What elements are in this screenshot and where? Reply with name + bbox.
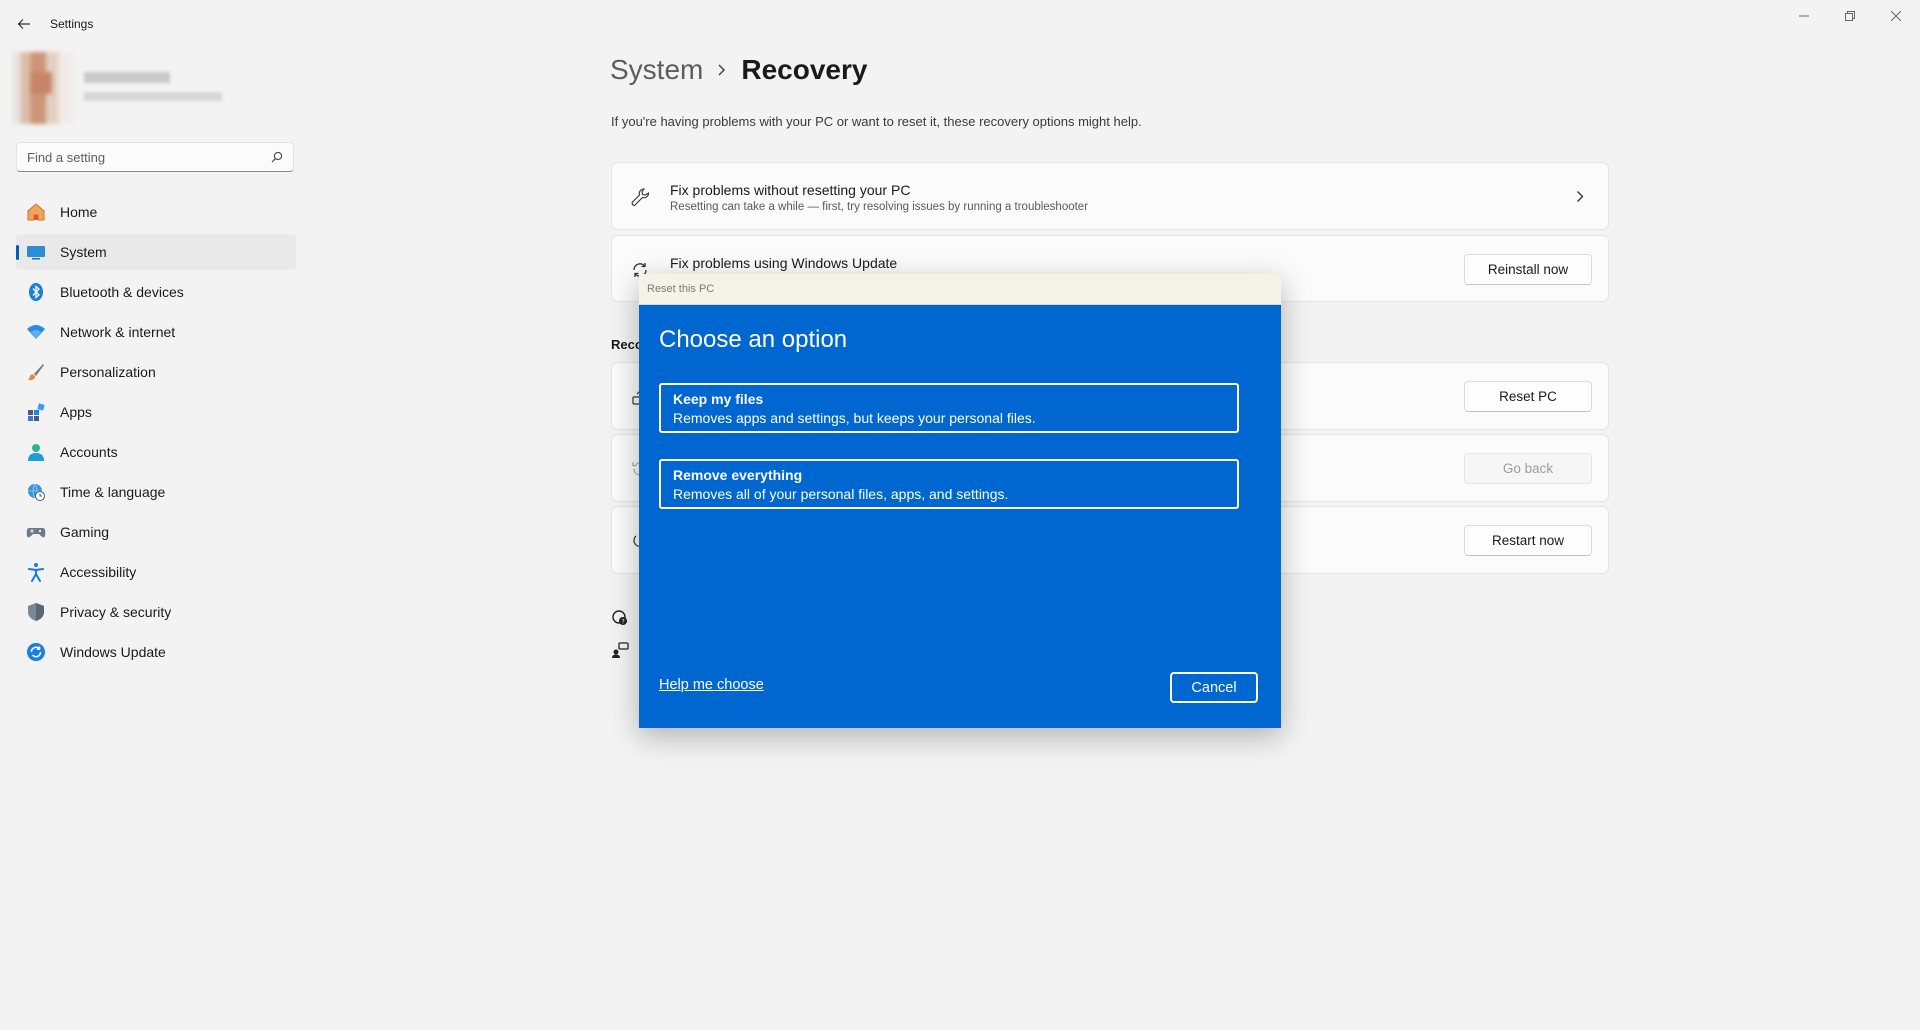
minimize-button[interactable]	[1792, 8, 1816, 24]
cancel-button[interactable]: Cancel	[1170, 672, 1258, 703]
search-box[interactable]	[16, 142, 294, 172]
shield-icon	[26, 602, 46, 622]
reinstall-now-button[interactable]: Reinstall now	[1464, 254, 1592, 285]
sidebar-item-personalization[interactable]: Personalization	[16, 354, 296, 390]
person-icon	[26, 442, 46, 462]
user-email-blurred	[84, 92, 222, 101]
restore-button[interactable]	[1838, 8, 1862, 24]
app-title: Settings	[50, 17, 94, 31]
dialog-heading: Choose an option	[659, 326, 848, 353]
restart-now-button[interactable]: Restart now	[1464, 525, 1592, 556]
feedback-icon[interactable]	[610, 640, 630, 660]
option-title: Remove everything	[673, 467, 803, 483]
sidebar-item-label: Apps	[60, 404, 92, 420]
card-description: Resetting can take a while — first, try …	[670, 201, 1089, 213]
sidebar-item-label: System	[60, 244, 107, 260]
sidebar-item-gaming[interactable]: Gaming	[16, 514, 296, 550]
sidebar-item-label: Privacy & security	[60, 604, 172, 620]
sidebar-item-windows-update[interactable]: Windows Update	[16, 634, 296, 670]
avatar[interactable]	[12, 52, 74, 124]
svg-text:?: ?	[622, 619, 625, 626]
sidebar-nav: Home System Bluetooth & devices Network …	[16, 194, 296, 674]
close-icon	[1891, 11, 1901, 21]
accessibility-icon	[26, 562, 46, 582]
gamepad-icon	[26, 522, 46, 542]
go-back-button[interactable]: Go back	[1464, 453, 1592, 484]
page-title: Recovery	[741, 54, 868, 85]
sidebar-item-label: Network & internet	[60, 324, 176, 340]
reset-pc-button[interactable]: Reset PC	[1464, 381, 1592, 412]
sidebar-item-label: Bluetooth & devices	[60, 284, 184, 300]
restore-icon	[1845, 11, 1855, 21]
sidebar-item-label: Home	[60, 204, 98, 220]
breadcrumb: System Recovery	[610, 54, 867, 86]
sidebar-item-bluetooth[interactable]: Bluetooth & devices	[16, 274, 296, 310]
sidebar-item-label: Personalization	[60, 364, 156, 380]
chevron-right-icon	[1576, 190, 1584, 208]
help-me-choose-link[interactable]: Help me choose	[659, 677, 764, 693]
user-name-blurred	[84, 72, 170, 83]
dialog-title: Reset this PC	[647, 283, 715, 295]
reset-this-pc-dialog: Reset this PC Choose an option Keep my f…	[639, 274, 1281, 728]
card-title: Fix problems without resetting your PC	[670, 182, 911, 198]
home-icon	[26, 202, 46, 222]
dialog-titlebar[interactable]: Reset this PC	[639, 274, 1281, 305]
wifi-icon	[26, 322, 46, 342]
apps-icon	[26, 402, 46, 422]
sidebar-item-network[interactable]: Network & internet	[16, 314, 296, 350]
brush-icon	[26, 362, 46, 382]
sidebar-item-accessibility[interactable]: Accessibility	[16, 554, 296, 590]
sidebar-item-label: Time & language	[60, 484, 166, 500]
sidebar-item-label: Accounts	[60, 444, 118, 460]
sidebar-item-time-language[interactable]: Time & language	[16, 474, 296, 510]
update-icon	[26, 642, 46, 662]
option-title: Keep my files	[673, 391, 764, 407]
wrench-icon	[628, 185, 652, 209]
chevron-right-icon	[717, 63, 727, 77]
option-description: Removes apps and settings, but keeps you…	[673, 410, 1036, 426]
option-description: Removes all of your personal files, apps…	[673, 486, 1009, 502]
sidebar-item-system[interactable]: System	[16, 234, 296, 270]
sidebar-item-accounts[interactable]: Accounts	[16, 434, 296, 470]
get-help-icon[interactable]: ?	[610, 608, 630, 628]
sidebar-item-home[interactable]: Home	[16, 194, 296, 230]
sidebar-item-label: Windows Update	[60, 644, 166, 660]
close-button[interactable]	[1884, 8, 1908, 24]
search-input[interactable]	[27, 143, 257, 171]
card-title: Fix problems using Windows Update	[670, 255, 898, 271]
breadcrumb-parent[interactable]: System	[610, 54, 703, 86]
back-arrow-icon	[17, 19, 30, 29]
back-button[interactable]	[12, 12, 36, 36]
minimize-icon	[1799, 15, 1809, 17]
globe-clock-icon	[26, 482, 46, 502]
fix-without-reset-card[interactable]: Fix problems without resetting your PC R…	[611, 162, 1609, 230]
search-icon[interactable]	[271, 151, 283, 163]
sidebar-item-label: Gaming	[60, 524, 110, 540]
system-icon	[26, 242, 46, 262]
page-description: If you're having problems with your PC o…	[611, 114, 1142, 129]
sidebar-item-label: Accessibility	[60, 564, 137, 580]
sidebar-item-apps[interactable]: Apps	[16, 394, 296, 430]
keep-my-files-option[interactable]: Keep my files Removes apps and settings,…	[659, 383, 1239, 433]
remove-everything-option[interactable]: Remove everything Removes all of your pe…	[659, 459, 1239, 509]
bluetooth-icon	[26, 282, 46, 302]
sidebar-item-privacy[interactable]: Privacy & security	[16, 594, 296, 630]
